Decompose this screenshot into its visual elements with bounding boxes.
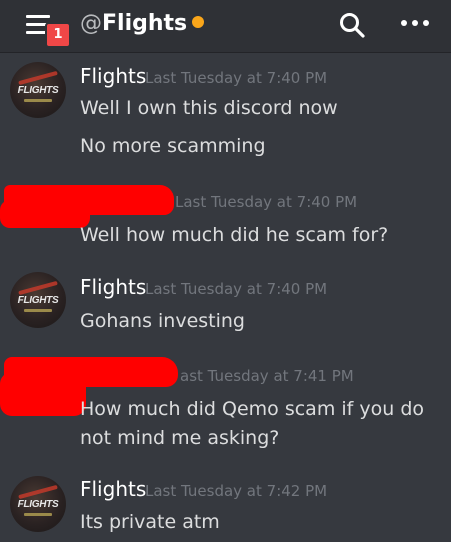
message-text: Gohans investing (80, 310, 245, 332)
message-text: not mind me asking? (80, 427, 280, 449)
more-options-icon[interactable] (400, 16, 430, 30)
message-username[interactable]: Flights (80, 275, 146, 299)
at-symbol: @ (80, 11, 102, 36)
message-text: Well I own this discord now (80, 97, 338, 119)
message-timestamp: Last Tuesday at 7:42 PM (145, 482, 328, 500)
message-timestamp: ast Tuesday at 7:41 PM (180, 367, 354, 385)
notification-badge: 1 (45, 22, 71, 48)
message-username[interactable]: Flights (80, 477, 146, 501)
redacted-user-mark (0, 200, 90, 228)
message-text: Its private atm (80, 511, 220, 533)
top-bar: 1 @Flights (0, 0, 451, 53)
status-dot (192, 16, 205, 28)
message-text: Well how much did he scam for? (80, 224, 389, 246)
message-text: No more scamming (80, 135, 266, 157)
message-timestamp: Last Tuesday at 7:40 PM (145, 280, 328, 298)
search-icon[interactable] (339, 12, 365, 38)
message-timestamp: Last Tuesday at 7:40 PM (175, 193, 358, 211)
channel-title: @Flights (80, 11, 205, 36)
message-username[interactable]: Flights (80, 64, 146, 88)
redacted-user-mark (0, 372, 86, 416)
avatar[interactable]: FLIGHTS (10, 272, 66, 328)
message-timestamp: Last Tuesday at 7:40 PM (145, 69, 328, 87)
avatar-logo-text: FLIGHTS (17, 499, 59, 510)
avatar-logo-text: FLIGHTS (17, 85, 59, 96)
channel-name: Flights (102, 11, 188, 36)
avatar[interactable]: FLIGHTS (10, 476, 66, 532)
avatar[interactable]: FLIGHTS (10, 62, 66, 118)
avatar-logo-text: FLIGHTS (17, 295, 59, 306)
message-text: How much did Qemo scam if you do (80, 398, 425, 420)
